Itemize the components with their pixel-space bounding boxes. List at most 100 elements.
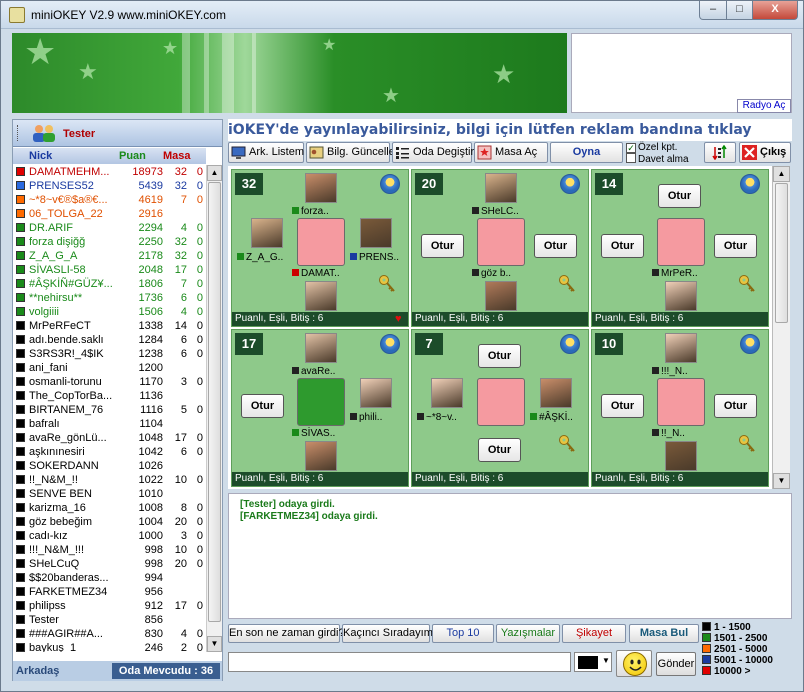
sit-button[interactable]: Otur xyxy=(478,344,521,368)
seat-bottom-player[interactable]: MrPeR.. xyxy=(652,268,698,280)
sit-button[interactable]: Otur xyxy=(601,234,644,258)
message-input[interactable] xyxy=(228,652,571,672)
player-row[interactable]: SHeLCuQ 998 20 0 xyxy=(13,557,206,571)
sit-button[interactable]: Otur xyxy=(534,234,577,258)
game-table[interactable]: 17 avaRe.. Otur phili.. SİVAS.. Puanlı, Eşli,… xyxy=(231,329,409,487)
player-row[interactable]: !!!_N&M_!!! 998 10 0 xyxy=(13,543,206,557)
player-list-scrollbar[interactable]: ▲ ▼ xyxy=(206,165,222,652)
friends-tab[interactable]: Arkadaş xyxy=(16,665,59,677)
sit-button[interactable]: Otur xyxy=(478,438,521,462)
seat-right-player[interactable]: phili.. xyxy=(350,412,382,424)
tables-scrollbar[interactable]: ▲ ▼ xyxy=(772,166,790,489)
sit-button[interactable]: Otur xyxy=(714,394,757,418)
sit-button[interactable]: Otur xyxy=(601,394,644,418)
last-seen-button[interactable]: En son ne zaman girdi? xyxy=(228,624,345,643)
player-row[interactable]: bafralı 1104 xyxy=(13,417,206,431)
change-room-button[interactable]: Oda Degiştir xyxy=(392,142,474,163)
play-button[interactable]: Oyna xyxy=(550,142,623,163)
game-table[interactable]: 10 !!!_N.. Otur Otur !!_N.. Puanlı, Eşli, Bit… xyxy=(591,329,769,487)
seat-top-player[interactable]: !!!_N.. xyxy=(652,366,688,378)
key-icon[interactable] xyxy=(738,434,756,454)
player-row[interactable]: PRENSES52 5439 32 0 xyxy=(13,179,206,193)
col-nick[interactable]: Nick xyxy=(29,150,52,162)
seat-top-player[interactable]: forza.. xyxy=(292,206,329,218)
scroll-up-icon[interactable]: ▲ xyxy=(207,165,222,181)
game-table[interactable]: 14 Otur Otur Otur MrPeR.. Puanlı, Eşli, Bitiş… xyxy=(591,169,769,327)
player-row[interactable]: Z_A_G_A 2178 32 0 xyxy=(13,249,206,263)
queue-position-button[interactable]: Kaçıncı Sıradayım xyxy=(342,624,433,643)
webcam-icon[interactable] xyxy=(560,174,580,194)
emoticon-button[interactable] xyxy=(616,650,652,677)
seat-bottom-player[interactable]: göz b.. xyxy=(472,268,511,280)
player-row[interactable]: SOKERDANN 1026 xyxy=(13,459,206,473)
player-row[interactable]: BIRTANEM_76 1116 5 0 xyxy=(13,403,206,417)
webcam-icon[interactable] xyxy=(560,334,580,354)
private-chat-checkbox[interactable]: ✓ Özel kpt. xyxy=(626,142,677,153)
seat-bottom-player[interactable]: DAMAT.. xyxy=(292,268,340,280)
sit-button[interactable]: Otur xyxy=(421,234,464,258)
scroll-thumb[interactable] xyxy=(208,182,221,622)
player-row[interactable]: aşkınınesiri 1042 6 0 xyxy=(13,445,206,459)
col-masa[interactable]: Masa xyxy=(163,150,191,162)
player-row[interactable]: forza dişiğğ 2250 32 0 xyxy=(13,235,206,249)
player-row[interactable]: göz bebeğim 1004 20 0 xyxy=(13,515,206,529)
webcam-icon[interactable] xyxy=(740,174,760,194)
player-row[interactable]: DR.ARIF 2294 4 0 xyxy=(13,221,206,235)
player-row[interactable]: osmanli-torunu 1170 3 0 xyxy=(13,375,206,389)
player-row[interactable]: !!_N&M_!! 1022 10 0 xyxy=(13,473,206,487)
key-icon[interactable] xyxy=(378,274,396,294)
scroll-down-icon[interactable]: ▼ xyxy=(207,636,222,652)
webcam-icon[interactable] xyxy=(740,334,760,354)
seat-left-player[interactable]: ~*8~v.. xyxy=(417,412,457,424)
seat-left-player[interactable]: Z_A_G.. xyxy=(237,252,283,264)
player-row[interactable]: baykuş_1 246 2 0 xyxy=(13,641,206,652)
no-invite-checkbox[interactable]: Davet alma xyxy=(626,153,689,165)
complaint-button[interactable]: Şikayet xyxy=(562,624,626,643)
maximize-button[interactable]: □ xyxy=(726,1,753,20)
sit-button[interactable]: Otur xyxy=(241,394,284,418)
player-row[interactable]: cadı-kız 1000 3 0 xyxy=(13,529,206,543)
key-icon[interactable] xyxy=(558,274,576,294)
radio-button[interactable]: Radyo Aç xyxy=(737,99,791,113)
player-row[interactable]: MrPeRFeCT 1338 14 0 xyxy=(13,319,206,333)
seat-top-player[interactable]: SHeLC.. xyxy=(472,206,519,218)
seat-right-player[interactable]: #ÂŞKİ.. xyxy=(530,412,573,424)
player-row[interactable]: 06_TOLGA_22 2916 xyxy=(13,207,206,221)
game-table[interactable]: 20 SHeLC.. Otur Otur göz b.. Puanlı, Eşli, Bi… xyxy=(411,169,589,327)
player-row[interactable]: ###AGIR##A... 830 4 0 xyxy=(13,627,206,641)
player-row[interactable]: The_CopTorBa... 1136 xyxy=(13,389,206,403)
friends-list-button[interactable]: Ark. Listem xyxy=(228,142,304,163)
player-row[interactable]: adı.bende.saklı 1284 6 0 xyxy=(13,333,206,347)
webcam-icon[interactable] xyxy=(380,334,400,354)
player-row[interactable]: philipss 912 17 0 xyxy=(13,599,206,613)
messages-button[interactable]: Yazışmalar xyxy=(496,624,560,643)
exit-button[interactable]: Çıkış xyxy=(739,142,791,163)
scroll-up-icon[interactable]: ▲ xyxy=(773,166,790,182)
game-table[interactable]: 32 forza.. Z_A_G.. PRENS.. DAMAT.. Puanlı, Eş… xyxy=(231,169,409,327)
seat-top-player[interactable]: avaRe.. xyxy=(292,366,335,378)
find-table-button[interactable]: Masa Bul xyxy=(629,624,699,643)
seat-right-player[interactable]: PRENS.. xyxy=(350,252,399,264)
sit-button[interactable]: Otur xyxy=(714,234,757,258)
minimize-button[interactable]: – xyxy=(699,1,727,20)
player-row[interactable]: **nehirsu** 1736 6 0 xyxy=(13,291,206,305)
player-row[interactable]: $$20banderas... 994 xyxy=(13,571,206,585)
close-button[interactable]: X xyxy=(752,1,798,20)
top10-button[interactable]: Top 10 xyxy=(432,624,494,643)
scroll-thumb[interactable] xyxy=(775,183,788,323)
player-row[interactable]: Tester 856 xyxy=(13,613,206,627)
player-row[interactable]: ani_fani 1200 xyxy=(13,361,206,375)
drag-grip[interactable] xyxy=(17,125,20,141)
sit-button[interactable]: Otur xyxy=(658,184,701,208)
sort-button[interactable] xyxy=(704,142,736,163)
player-row[interactable]: avaRe_gönLü... 1048 17 0 xyxy=(13,431,206,445)
seat-bottom-player[interactable]: !!_N.. xyxy=(652,428,685,440)
key-icon[interactable] xyxy=(738,274,756,294)
player-row[interactable]: DAMATMEHM... 18973 32 0 xyxy=(13,165,206,179)
player-row[interactable]: SENVE BEN 1010 xyxy=(13,487,206,501)
player-row[interactable]: volgiiii 1506 4 0 xyxy=(13,305,206,319)
player-row[interactable]: SİVASLI-58 2048 17 0 xyxy=(13,263,206,277)
send-button[interactable]: Gönder xyxy=(656,652,696,676)
webcam-icon[interactable] xyxy=(380,174,400,194)
open-table-button[interactable]: Masa Aç xyxy=(474,142,548,163)
